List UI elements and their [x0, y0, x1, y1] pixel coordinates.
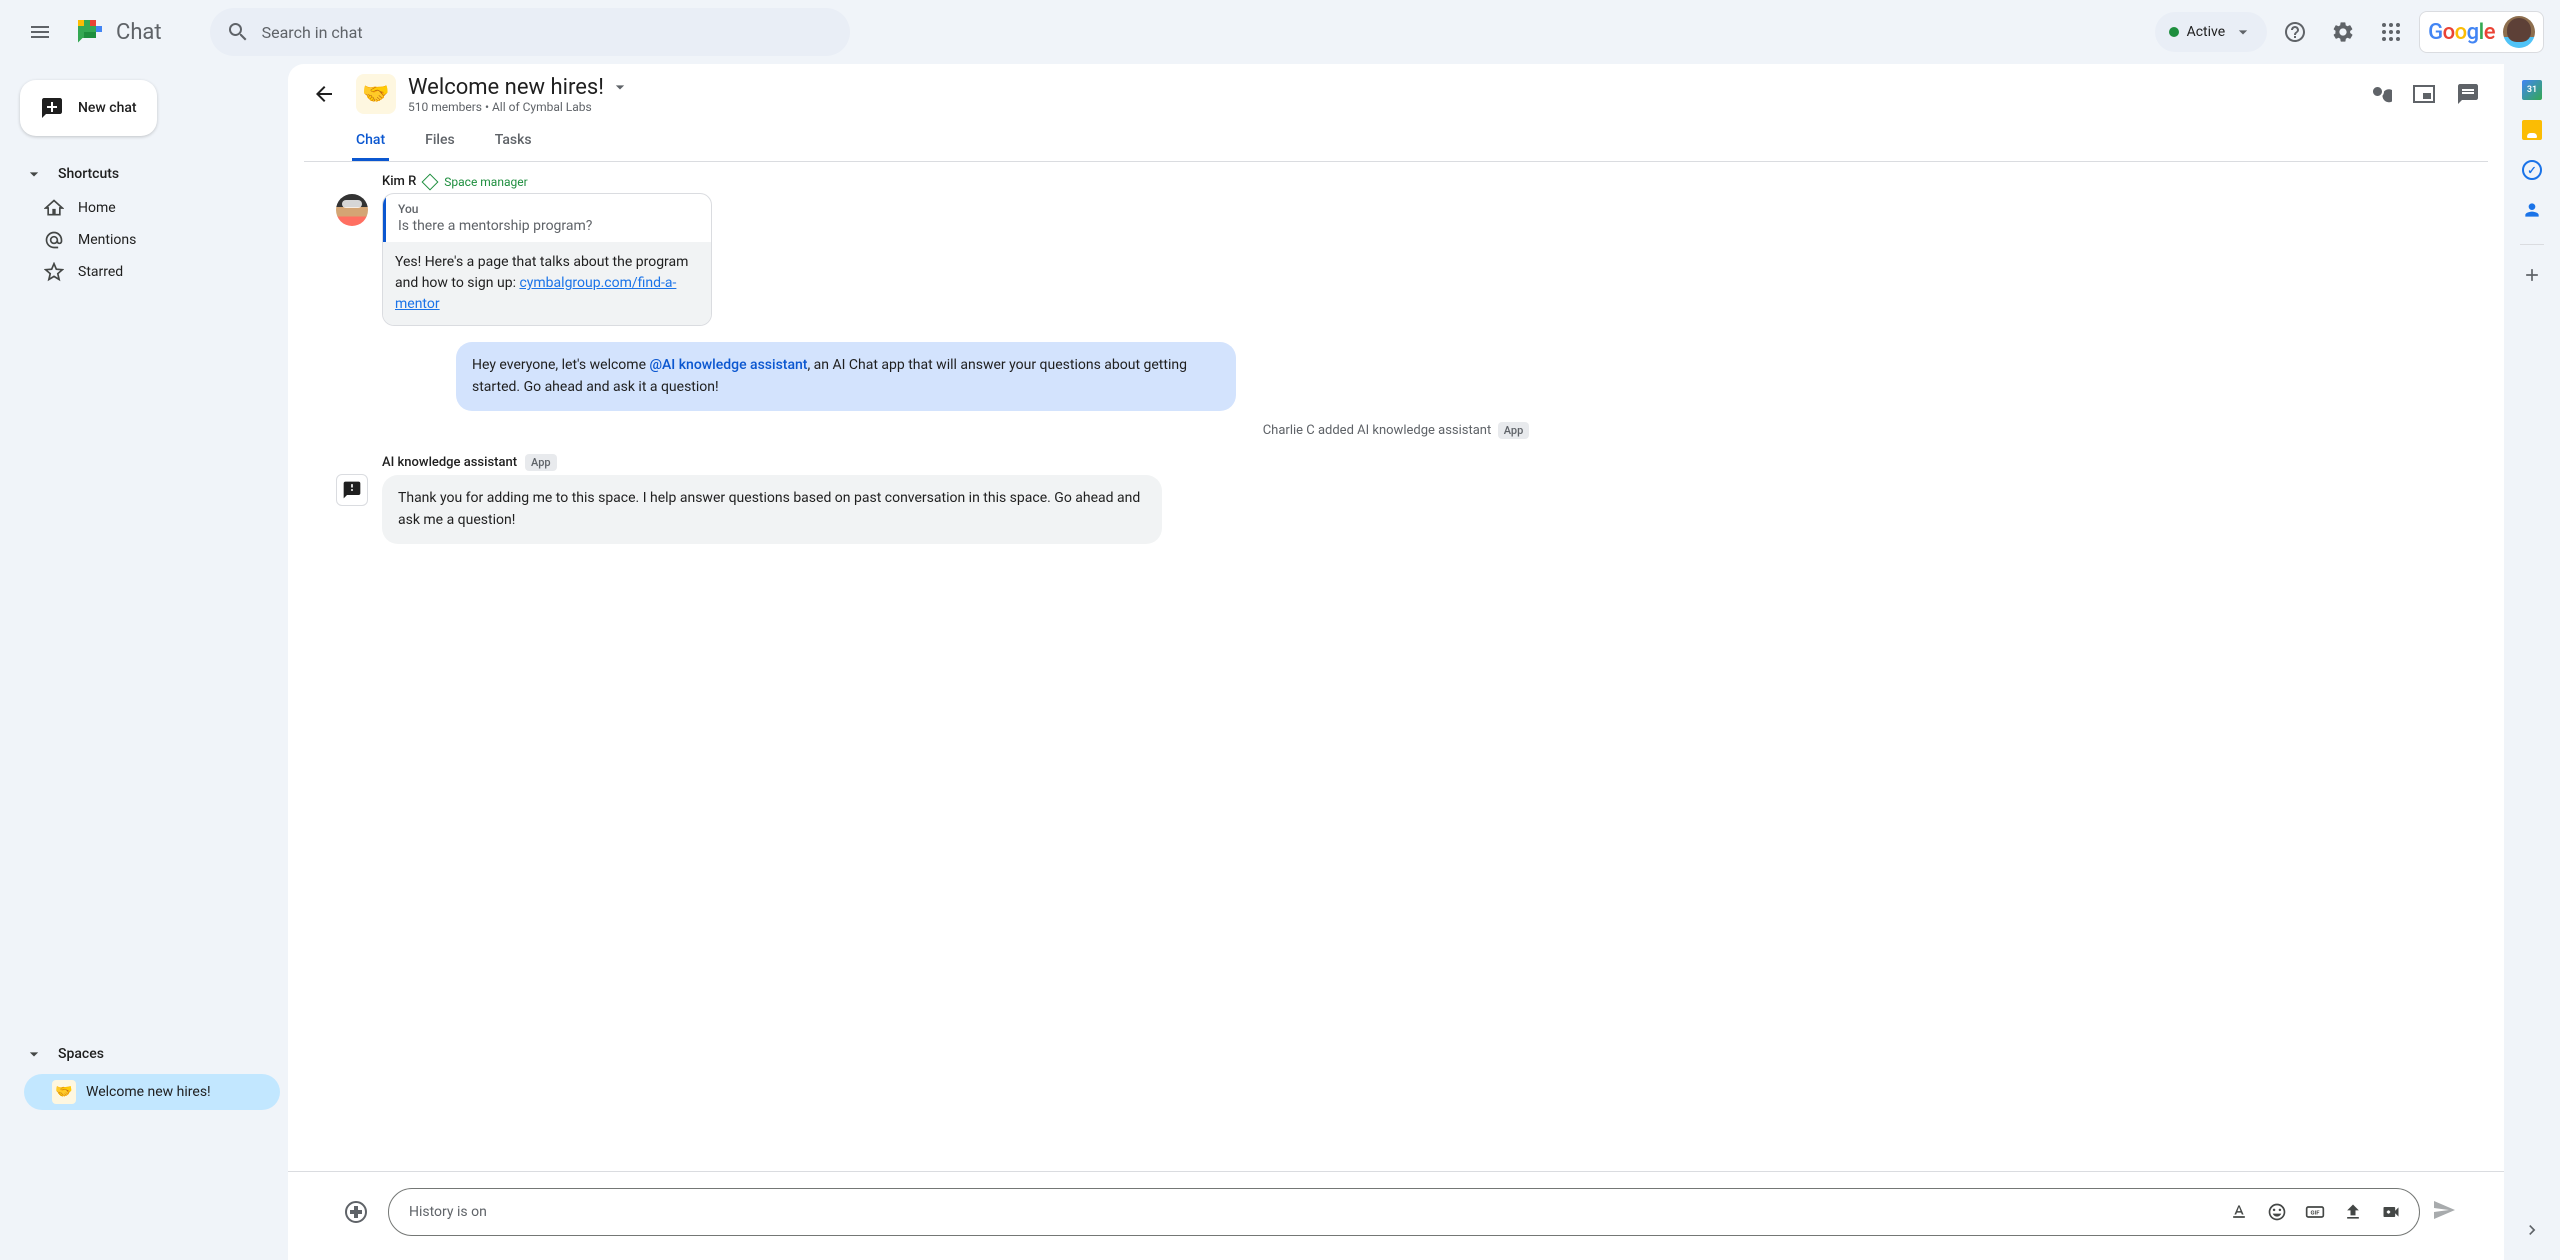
- calendar-icon[interactable]: [2522, 80, 2542, 100]
- app-badge: App: [1498, 422, 1530, 439]
- get-addons-button[interactable]: [2522, 265, 2542, 289]
- chevron-down-icon: [2233, 22, 2253, 42]
- user-avatar: [2503, 16, 2535, 48]
- app-badge: App: [525, 454, 557, 471]
- quoted-reply-card: You Is there a mentorship program? Yes! …: [382, 193, 712, 326]
- google-logo: Google: [2428, 20, 2495, 45]
- message-kim: Kim R Space manager You Is there a mento…: [336, 174, 2456, 326]
- contacts-icon[interactable]: [2522, 200, 2542, 224]
- space-emoji-icon: 🤝: [52, 1080, 76, 1104]
- new-chat-button[interactable]: New chat: [20, 80, 157, 136]
- chat-logo-icon: [72, 14, 108, 50]
- reply-text: Yes! Here's a page that talks about the …: [383, 242, 711, 325]
- chat-tabs: Chat Files Tasks: [304, 122, 2488, 162]
- side-panel-rail: [2504, 64, 2560, 1260]
- search-in-space-button[interactable]: [2360, 74, 2400, 114]
- expand-panel-button[interactable]: [2522, 1220, 2542, 1244]
- chevron-down-icon[interactable]: [610, 77, 630, 97]
- tab-chat[interactable]: Chat: [352, 122, 389, 161]
- app-header: Chat Search in chat Active Google: [0, 0, 2560, 64]
- sidebar: New chat Shortcuts Home Mentions Starred: [0, 64, 288, 1260]
- pip-button[interactable]: [2404, 74, 2444, 114]
- status-text: Active: [2187, 24, 2226, 40]
- mentions-icon: [44, 230, 64, 250]
- keep-icon[interactable]: [2522, 120, 2542, 140]
- search-placeholder: Search in chat: [262, 23, 363, 42]
- status-selector[interactable]: Active: [2155, 12, 2268, 52]
- spaces-section-header[interactable]: Spaces: [8, 1036, 288, 1072]
- app-logo[interactable]: Chat: [72, 14, 162, 50]
- shortcuts-title: Shortcuts: [58, 166, 119, 182]
- message-input[interactable]: History is on GIF: [388, 1188, 2420, 1236]
- rail-divider: [2520, 244, 2544, 245]
- chat-subtitle: 510 members • All of Cymbal Labs: [408, 100, 2348, 114]
- tasks-icon[interactable]: [2522, 160, 2542, 180]
- new-chat-label: New chat: [78, 100, 137, 116]
- avatar-bot: [336, 474, 368, 506]
- chat-panel: 🤝 Welcome new hires! 510 members • All o…: [288, 64, 2504, 1260]
- shortcuts-section-header[interactable]: Shortcuts: [8, 156, 288, 192]
- emoji-button[interactable]: [2261, 1196, 2293, 1228]
- space-avatar: 🤝: [356, 74, 396, 114]
- main-menu-button[interactable]: [16, 8, 64, 56]
- shortcut-mentions[interactable]: Mentions: [8, 224, 288, 256]
- compose-placeholder: History is on: [409, 1204, 2215, 1220]
- shortcut-home[interactable]: Home: [8, 192, 288, 224]
- collapse-icon: [24, 164, 44, 184]
- system-message: Charlie C added AI knowledge assistant A…: [336, 423, 2456, 438]
- upload-button[interactable]: [2337, 1196, 2369, 1228]
- threads-button[interactable]: [2448, 74, 2488, 114]
- svg-text:GIF: GIF: [2311, 1211, 2321, 1217]
- add-attachment-button[interactable]: [336, 1192, 376, 1232]
- gif-button[interactable]: GIF: [2299, 1196, 2331, 1228]
- search-input[interactable]: Search in chat: [210, 8, 850, 56]
- manager-diamond-icon: [422, 173, 439, 190]
- format-button[interactable]: [2223, 1196, 2255, 1228]
- compose-area: History is on GIF: [288, 1171, 2504, 1260]
- message-announcement: Hey everyone, let's welcome @AI knowledg…: [456, 342, 1236, 411]
- spaces-title: Spaces: [58, 1046, 104, 1062]
- bot-message-text: Thank you for adding me to this space. I…: [382, 475, 1162, 544]
- send-button[interactable]: [2432, 1198, 2456, 1226]
- chat-title[interactable]: Welcome new hires!: [408, 75, 604, 100]
- home-icon: [44, 198, 64, 218]
- account-switcher[interactable]: Google: [2419, 11, 2544, 53]
- new-chat-icon: [40, 96, 64, 120]
- collapse-icon: [24, 1044, 44, 1064]
- shortcut-starred[interactable]: Starred: [8, 256, 288, 288]
- help-button[interactable]: [2275, 12, 2315, 52]
- video-button[interactable]: [2375, 1196, 2407, 1228]
- app-name: Chat: [116, 20, 162, 45]
- tab-tasks[interactable]: Tasks: [491, 122, 536, 161]
- mention-ai-assistant[interactable]: @AI knowledge assistant: [649, 357, 807, 373]
- space-item-welcome-new-hires[interactable]: 🤝 Welcome new hires!: [24, 1074, 280, 1110]
- status-dot-icon: [2169, 27, 2179, 37]
- sender-role: Space manager: [444, 175, 527, 189]
- settings-button[interactable]: [2323, 12, 2363, 52]
- tab-files[interactable]: Files: [421, 122, 459, 161]
- avatar-kim: [336, 194, 368, 226]
- quote-author: You: [398, 202, 699, 216]
- quote-text: Is there a mentorship program?: [398, 218, 699, 234]
- back-button[interactable]: [304, 74, 344, 114]
- sender-name: AI knowledge assistant: [382, 455, 517, 470]
- message-list: Kim R Space manager You Is there a mento…: [288, 162, 2504, 1171]
- sender-name: Kim R: [382, 174, 416, 189]
- search-icon: [226, 20, 250, 44]
- star-icon: [44, 262, 64, 282]
- message-bot: AI knowledge assistant App Thank you for…: [336, 454, 2456, 544]
- apps-button[interactable]: [2371, 12, 2411, 52]
